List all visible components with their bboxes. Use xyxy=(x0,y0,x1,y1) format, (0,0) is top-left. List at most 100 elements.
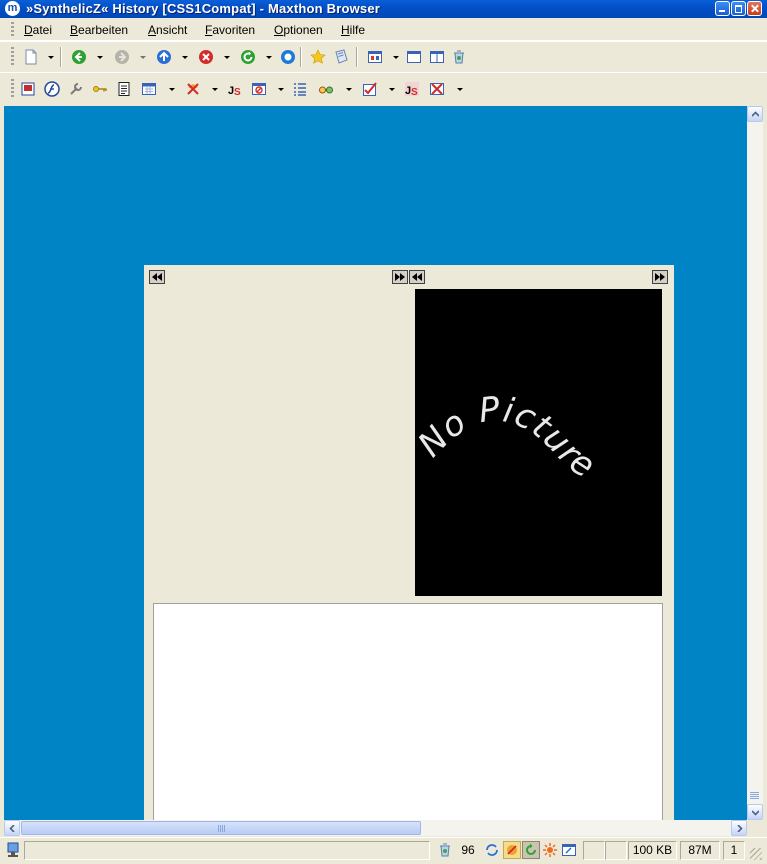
sun-icon[interactable] xyxy=(542,842,558,858)
no-picture-text: No Picture xyxy=(410,389,601,487)
check-button[interactable] xyxy=(361,80,379,98)
menu-datei[interactable]: Datei xyxy=(24,23,52,37)
block-popup-status-icon[interactable] xyxy=(503,841,521,859)
glasses-button[interactable] xyxy=(317,80,335,98)
toolbar-grip[interactable] xyxy=(11,47,14,67)
maxthon-app-icon[interactable]: m xyxy=(5,1,20,16)
popup-block-button[interactable] xyxy=(250,80,268,98)
horizontal-scroll-thumb[interactable] xyxy=(21,821,421,835)
split-view-icon xyxy=(430,51,444,63)
cross-button[interactable] xyxy=(428,80,446,98)
notepad-icon xyxy=(118,82,130,96)
horizontal-scrollbar[interactable] xyxy=(4,820,747,836)
calendar-icon xyxy=(142,83,156,95)
block-ads-button[interactable] xyxy=(184,80,202,98)
next-image-button[interactable] xyxy=(392,270,408,284)
scroll-thumb-grip xyxy=(218,825,226,832)
refresh-dropdown[interactable] xyxy=(265,48,272,66)
new-page-dropdown[interactable] xyxy=(47,48,54,66)
plugins-toolbar: JS JS xyxy=(0,72,767,107)
main-toolbar xyxy=(0,41,767,73)
vertical-scroll-grip[interactable] xyxy=(750,792,759,800)
plugins-grip[interactable] xyxy=(11,79,14,99)
menu-optionen[interactable]: Optionen xyxy=(274,23,323,37)
forward-icon xyxy=(115,50,129,64)
new-page-icon xyxy=(25,49,37,65)
check-dropdown[interactable] xyxy=(388,80,395,98)
fullscreen-button[interactable] xyxy=(405,48,423,66)
javascript-off-button[interactable]: JS xyxy=(403,80,421,98)
scroll-left-button[interactable] xyxy=(4,820,20,836)
glasses-icon xyxy=(319,86,333,94)
tile-windows-icon xyxy=(368,51,382,63)
calendar-dropdown[interactable] xyxy=(168,80,175,98)
ad-hunter-icon[interactable] xyxy=(437,842,453,858)
collections-button[interactable] xyxy=(332,48,350,66)
key-button[interactable] xyxy=(91,80,109,98)
page-size: 100 KB xyxy=(628,841,677,860)
up-dropdown[interactable] xyxy=(181,48,188,66)
list-icon xyxy=(294,83,306,96)
network-status-icon[interactable] xyxy=(5,842,21,858)
favorites-button[interactable] xyxy=(309,48,327,66)
page-viewport[interactable]: No Picture xyxy=(4,106,747,820)
previous-image-button[interactable] xyxy=(409,270,425,284)
stop-button[interactable] xyxy=(197,48,215,66)
new-page-button[interactable] xyxy=(22,48,40,66)
home-button[interactable] xyxy=(279,48,297,66)
svg-text:S: S xyxy=(411,87,418,97)
popup-block-dropdown[interactable] xyxy=(277,80,284,98)
minimize-button[interactable] xyxy=(715,1,730,16)
last-image-button[interactable] xyxy=(652,270,668,284)
menu-grip[interactable] xyxy=(11,22,14,37)
forward-button[interactable] xyxy=(113,48,131,66)
close-button[interactable] xyxy=(747,1,762,16)
screenshot-icon xyxy=(21,82,35,96)
fast-forward-icon xyxy=(655,273,665,281)
title-bar[interactable]: m »SynthelicZ« History [CSS1Compat] - Ma… xyxy=(0,0,767,18)
vertical-scrollbar[interactable] xyxy=(747,106,763,820)
status-pane-empty xyxy=(583,841,605,860)
list-button[interactable] xyxy=(291,80,309,98)
back-button[interactable] xyxy=(70,48,88,66)
scroll-down-button[interactable] xyxy=(747,804,763,820)
minimize-icon xyxy=(716,2,729,15)
notepad-button[interactable] xyxy=(115,80,133,98)
refresh-button[interactable] xyxy=(239,48,257,66)
refresh-status-icon[interactable] xyxy=(522,841,540,859)
up-button[interactable] xyxy=(155,48,173,66)
svg-text:S: S xyxy=(234,87,241,97)
image-description[interactable] xyxy=(153,603,663,820)
maximize-button[interactable] xyxy=(731,1,746,16)
glasses-dropdown[interactable] xyxy=(345,80,352,98)
menu-favoriten[interactable]: Favoriten xyxy=(205,23,255,37)
menu-hilfe[interactable]: Hilfe xyxy=(341,23,365,37)
tile-windows-button[interactable] xyxy=(366,48,384,66)
wrench-button[interactable] xyxy=(67,80,85,98)
cross-dropdown[interactable] xyxy=(456,80,463,98)
split-view-button[interactable] xyxy=(428,48,446,66)
scroll-up-button[interactable] xyxy=(747,106,763,122)
calendar-button[interactable] xyxy=(140,80,158,98)
screenshot-button[interactable] xyxy=(19,80,37,98)
window-status-icon[interactable] xyxy=(561,842,577,858)
image-preview[interactable]: No Picture xyxy=(410,289,662,596)
flash-button[interactable] xyxy=(43,80,61,98)
fast-forward-icon xyxy=(395,273,405,281)
scroll-right-button[interactable] xyxy=(731,820,747,836)
forward-dropdown[interactable] xyxy=(139,48,146,66)
up-arrow-icon xyxy=(157,50,171,64)
recycle-button[interactable] xyxy=(450,48,468,66)
key-icon xyxy=(93,86,107,92)
menu-bearbeiten[interactable]: Bearbeiten xyxy=(70,23,128,37)
first-image-button[interactable] xyxy=(149,270,165,284)
sync-icon[interactable] xyxy=(484,842,500,858)
window-frame-right xyxy=(763,106,767,837)
javascript-button[interactable]: JS xyxy=(226,80,244,98)
stop-dropdown[interactable] xyxy=(223,48,230,66)
resize-grip[interactable] xyxy=(750,848,762,860)
tile-windows-dropdown[interactable] xyxy=(392,48,399,66)
menu-ansicht[interactable]: Ansicht xyxy=(148,23,187,37)
back-dropdown[interactable] xyxy=(96,48,103,66)
block-ads-dropdown[interactable] xyxy=(211,80,218,98)
